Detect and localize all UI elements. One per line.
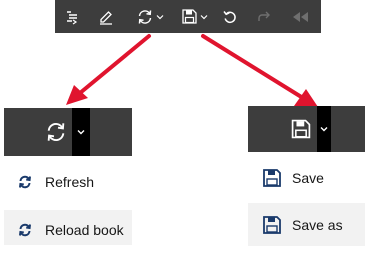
refresh-button-zoom[interactable] <box>40 108 72 156</box>
floppy-disk-icon <box>262 215 282 235</box>
refresh-icon <box>138 9 152 24</box>
refresh-dropdown-button[interactable] <box>133 0 167 33</box>
menu-item-refresh[interactable]: Refresh <box>4 163 132 201</box>
pencil-icon <box>100 10 112 25</box>
refresh-icon <box>47 123 65 141</box>
menu-item-label: Save as <box>292 217 343 233</box>
floppy-disk-icon <box>181 9 197 24</box>
menu-item-label: Reload book <box>45 222 124 238</box>
save-dropdown-button[interactable] <box>177 0 211 33</box>
menu-item-reload-book[interactable]: Reload book <box>4 210 132 245</box>
menu-item-save-as[interactable]: Save as <box>248 203 365 246</box>
callout-arrow-save <box>201 34 305 100</box>
refresh-icon <box>18 223 32 237</box>
refresh-toolbar-zoom <box>4 108 132 156</box>
callout-arrowhead-save <box>294 89 318 107</box>
undo-button[interactable] <box>217 0 243 33</box>
chevron-down-icon <box>156 14 164 19</box>
menu-item-label: Refresh <box>45 174 95 190</box>
rewind-icon <box>293 11 308 22</box>
chevron-down-icon <box>320 127 328 132</box>
menu-item-save[interactable]: Save <box>248 158 365 198</box>
floppy-disk-icon <box>291 119 311 139</box>
callout-arrow-refresh <box>78 34 151 95</box>
floppy-disk-icon <box>262 168 282 188</box>
callout-arrowhead-refresh <box>66 85 88 105</box>
redo-icon <box>258 11 270 21</box>
chevron-down-icon <box>77 130 85 135</box>
save-button-zoom[interactable] <box>285 106 317 152</box>
toc-icon <box>67 10 78 24</box>
refresh-caret-button[interactable] <box>72 108 90 156</box>
save-caret-button[interactable] <box>317 106 331 152</box>
redo-button[interactable] <box>251 0 277 33</box>
toc-button[interactable] <box>59 0 85 33</box>
annotate-button[interactable] <box>93 0 119 33</box>
main-toolbar <box>55 0 321 33</box>
save-toolbar-zoom <box>248 106 365 152</box>
menu-item-label: Save <box>292 170 324 186</box>
refresh-icon <box>18 175 32 189</box>
rewind-button[interactable] <box>285 0 315 33</box>
undo-icon <box>223 10 236 23</box>
chevron-down-icon <box>200 14 207 19</box>
